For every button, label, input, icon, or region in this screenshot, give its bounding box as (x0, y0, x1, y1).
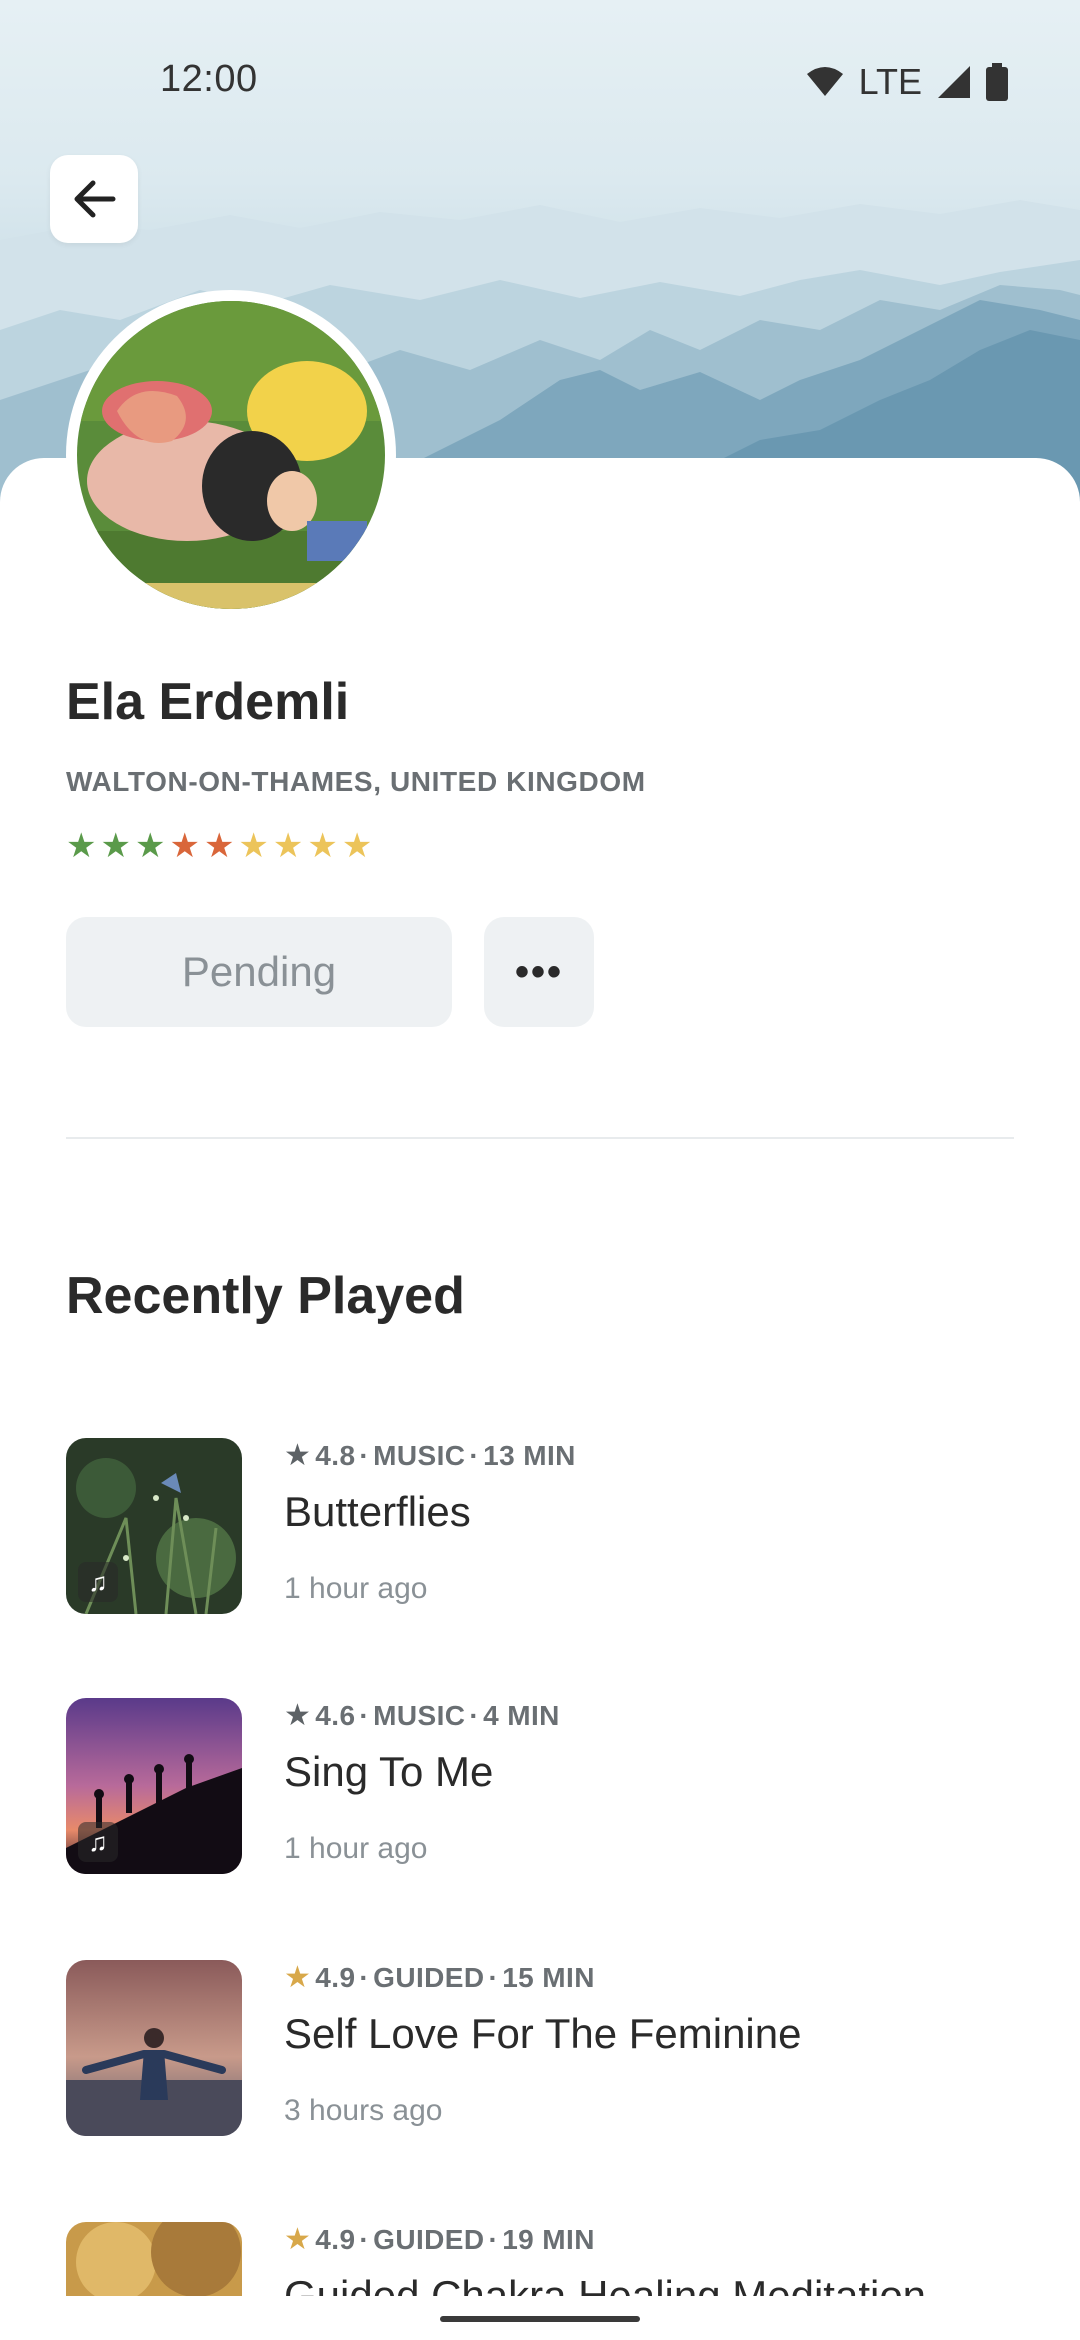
meta-separator: · (359, 1439, 370, 1471)
star-rating: ★ ★ ★ ★ ★ ★ ★ ★ ★ (66, 826, 372, 866)
item-duration: 15 MIN (502, 1961, 595, 1993)
star-icon: ★ (134, 827, 166, 865)
list-item[interactable]: ★ 4.9 · GUIDED · 15 MIN Self Love For Th… (66, 1960, 1014, 2140)
star-icon: ★ (284, 1699, 312, 1732)
list-item[interactable]: ★ 4.9 · GUIDED · 19 MIN Guided Chakra He… (66, 2222, 1014, 2296)
music-note-icon: ♫ (78, 1562, 118, 1602)
item-title: Guided Chakra Healing Meditation (284, 2272, 927, 2296)
status-icons: LTE (805, 58, 1008, 106)
thumbnail-image: ♫ (66, 1698, 242, 1874)
item-time: 1 hour ago (284, 1832, 428, 1865)
recently-played-list: ♫ ★ 4.8 · MUSIC · 13 MIN Butterflies 1 h… (66, 1438, 1014, 2296)
star-icon: ★ (203, 827, 235, 865)
status-bar: 12:00 LTE (0, 0, 1080, 160)
star-icon: ★ (272, 827, 304, 865)
list-item[interactable]: ♫ ★ 4.6 · MUSIC · 4 MIN Sing To Me 1 hou… (66, 1698, 1014, 1878)
profile-name: Ela Erdemli (66, 673, 350, 731)
item-meta: ★ 4.6 · MUSIC · 4 MIN (284, 1698, 560, 1733)
meta-separator: · (359, 2223, 370, 2255)
profile-location: WALTON-ON-THAMES, UNITED KINGDOM (66, 766, 646, 797)
item-category: MUSIC (373, 1699, 466, 1731)
section-title-recently-played: Recently Played (66, 1267, 465, 1325)
star-icon: ★ (238, 827, 269, 865)
star-icon: ★ (284, 2223, 312, 2256)
item-time: 3 hours ago (284, 2094, 443, 2127)
star-icon: ★ (169, 827, 200, 865)
status-time: 12:00 (160, 58, 258, 100)
item-duration: 19 MIN (502, 2223, 595, 2255)
star-icon: ★ (341, 827, 373, 865)
item-category: MUSIC (373, 1439, 466, 1471)
item-category: GUIDED (373, 1961, 485, 1993)
thumbnail-image (66, 2222, 242, 2296)
meta-separator: · (469, 1439, 480, 1471)
battery-icon (986, 63, 1008, 101)
divider (66, 1137, 1014, 1139)
signal-icon (938, 66, 970, 98)
item-time: 1 hour ago (284, 1572, 428, 1605)
star-icon: ★ (307, 827, 338, 865)
list-item[interactable]: ♫ ★ 4.8 · MUSIC · 13 MIN Butterflies 1 h… (66, 1438, 1014, 1618)
item-category: GUIDED (373, 2223, 485, 2255)
item-rating: 4.9 (315, 2223, 356, 2255)
item-duration: 13 MIN (483, 1439, 576, 1471)
meta-separator: · (488, 2223, 499, 2255)
avatar-image (77, 301, 385, 609)
more-options-button[interactable]: ••• (484, 917, 594, 1027)
item-rating: 4.6 (315, 1699, 356, 1731)
meta-separator: · (359, 1961, 370, 1993)
meta-separator: · (488, 1961, 499, 1993)
item-duration: 4 MIN (483, 1699, 560, 1731)
item-meta: ★ 4.9 · GUIDED · 15 MIN (284, 1960, 595, 1995)
item-meta: ★ 4.8 · MUSIC · 13 MIN (284, 1438, 576, 1473)
network-type: LTE (858, 61, 922, 102)
meta-separator: · (469, 1699, 480, 1731)
avatar (66, 290, 396, 620)
star-icon: ★ (66, 827, 97, 865)
item-title: Sing To Me (284, 1748, 494, 1795)
star-icon: ★ (284, 1961, 312, 1994)
arrow-left-icon (74, 180, 116, 218)
item-title: Butterflies (284, 1488, 471, 1535)
item-rating: 4.9 (315, 1961, 356, 1993)
thumbnail-image: ♫ (66, 1438, 242, 1614)
music-note-icon: ♫ (78, 1822, 118, 1862)
meta-separator: · (359, 1699, 370, 1731)
item-title: Self Love For The Feminine (284, 2010, 802, 2057)
pending-button[interactable]: Pending (66, 917, 452, 1027)
item-meta: ★ 4.9 · GUIDED · 19 MIN (284, 2222, 595, 2257)
star-icon: ★ (284, 1439, 312, 1472)
wifi-icon (806, 67, 843, 96)
home-indicator[interactable] (440, 2316, 640, 2322)
item-rating: 4.8 (315, 1439, 356, 1471)
thumbnail-image (66, 1960, 242, 2136)
back-button[interactable] (50, 155, 138, 243)
star-icon: ★ (100, 827, 131, 865)
